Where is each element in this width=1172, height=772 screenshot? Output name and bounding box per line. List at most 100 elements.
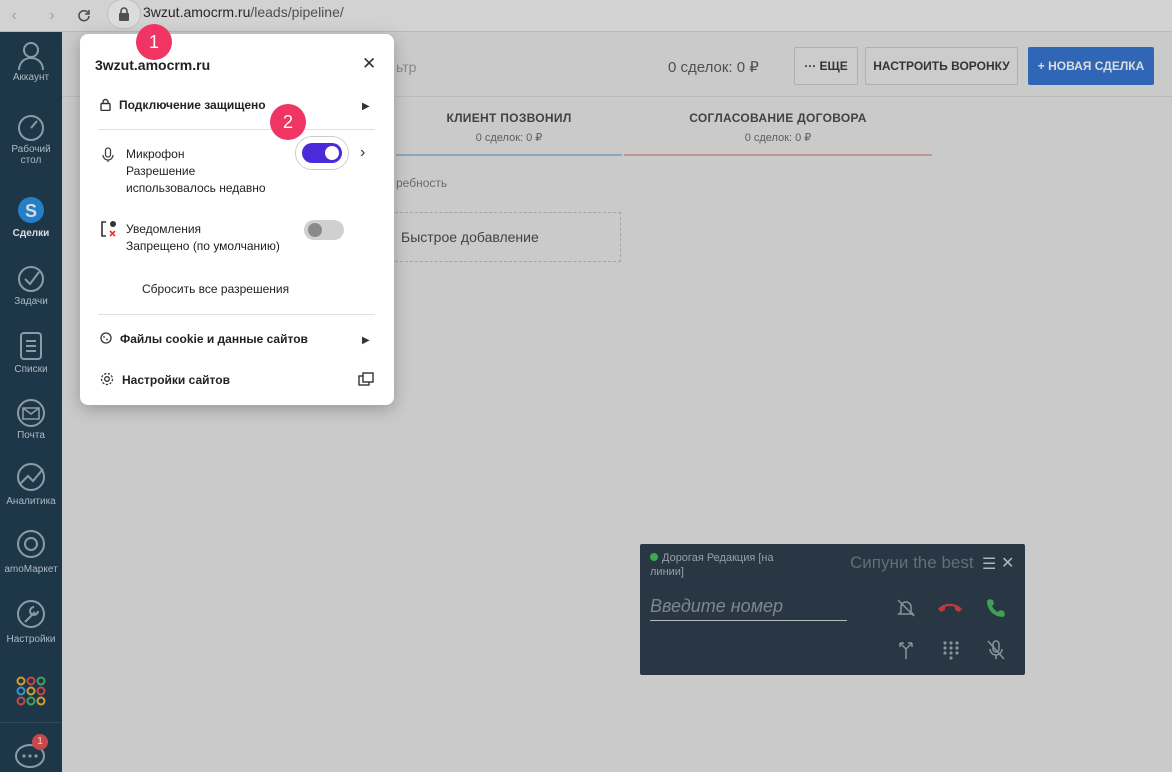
sidebar-item-tasks[interactable]: Задачи [0,264,62,307]
lock-icon [119,7,129,21]
menu-icon[interactable]: ☰ [982,554,996,574]
divider [98,314,375,315]
browser-toolbar: ‹ › 3wzut.amocrm.ru/leads/pipeline/ [0,0,1172,32]
divider [98,129,375,130]
sidebar-item-settings[interactable]: Настройки [0,596,62,645]
sidebar-divider [0,722,62,723]
transfer-icon[interactable] [896,640,916,660]
connection-secure-row[interactable]: Подключение защищено [100,98,266,112]
microphone-toggle[interactable] [302,143,342,163]
stage-label: ребность [396,176,448,190]
lists-icon [20,332,42,360]
pipeline-column-header: КЛИЕНТ ПОЗВОНИЛ 0 сделок: 0 ₽ [396,111,622,156]
deals-icon: S [18,197,44,223]
site-info-button[interactable] [108,0,140,28]
microphone-status: Разрешение использовалось недавно [126,164,266,195]
mic-off-icon[interactable] [986,639,1006,661]
notifications-label: Уведомления [126,222,202,236]
sidebar-item-mail[interactable]: Почта [0,398,62,441]
reload-button[interactable] [70,2,98,30]
notification-blocked-icon [101,221,116,237]
lock-icon [100,98,111,112]
new-deal-button[interactable]: + НОВАЯ СДЕЛКА [1028,47,1154,85]
filter-input[interactable]: ьтр [396,59,416,75]
notifications-toggle[interactable] [304,220,344,240]
user-icon [18,42,44,70]
sidebar-item-label: Настройки [6,634,56,645]
forward-button[interactable]: › [38,2,66,30]
url-path: /leads/pipeline/ [250,4,344,20]
reset-permissions-button[interactable]: Сбросить все разрешения [142,282,289,296]
svg-text:S: S [25,201,37,221]
phone-widget-title: Сипуни the best [850,553,974,572]
analytics-icon [17,463,45,491]
dialpad-icon[interactable] [942,640,960,662]
microphone-label: Микрофон [126,147,185,161]
sidebar-item-lists[interactable]: Списки [0,330,62,375]
site-info-popup: 3wzut.amocrm.ru ✕ Подключение защищено ▶… [80,34,394,405]
cookies-row[interactable]: Файлы cookie и данные сайтов [100,332,308,346]
toggle-knob [325,146,339,160]
sidebar-item-label: Почта [17,430,45,441]
call-icon[interactable] [985,597,1007,619]
reload-icon [78,9,90,22]
sidebar-item-label: amoМаркет [4,564,58,575]
site-settings-row[interactable]: Настройки сайтов [100,372,230,387]
tasks-icon [18,266,44,292]
quick-add-button[interactable]: Быстрое добавление [390,212,621,262]
close-icon[interactable]: ✕ [362,54,376,74]
step-badge: 1 [136,24,172,60]
chat-button[interactable]: 1 [14,734,48,770]
cookies-label: Файлы cookie и данные сайтов [120,332,308,346]
notifications-status: Запрещено (по умолчанию) [126,239,280,253]
sidebar-item-label: Задачи [14,296,48,307]
mail-icon [17,399,45,427]
sidebar-item-account[interactable]: Аккаунт [0,40,62,83]
chevron-right-icon: ▶ [362,101,370,112]
notifications-permission: Уведомления Запрещено (по умолчанию) [126,221,296,255]
step-badge: 2 [270,104,306,140]
market-icon [17,530,45,558]
column-title: СОГЛАСОВАНИЕ ДОГОВОРА [689,111,867,125]
online-dot [650,553,658,561]
sidebar-item-analytics[interactable]: Аналитика [0,460,62,507]
column-count: 0 сделок: 0 ₽ [744,132,812,144]
toggle-knob [308,223,322,237]
setup-pipeline-button[interactable]: НАСТРОИТЬ ВОРОНКУ [865,47,1018,85]
url-host: 3wzut.amocrm.ru [143,4,251,20]
chat-badge: 1 [32,734,48,750]
open-in-new-window-icon[interactable] [358,372,374,386]
close-icon[interactable]: ✕ [1001,553,1014,573]
microphone-icon [102,147,114,162]
chevron-right-icon: ▶ [362,335,370,346]
operator-status: Дорогая Редакция [на линии] [650,551,800,579]
sidebar-item-label: Списки [14,364,48,375]
apps-grid-icon [16,676,46,706]
sidebar-item-label: Аналитика [6,496,56,507]
more-button[interactable]: ··· ЕЩЕ [794,47,858,85]
cookie-icon [100,332,112,344]
mute-bell-icon[interactable] [896,598,916,618]
sidebar-item-market[interactable]: amoМаркет [0,526,62,575]
apps-grid-button[interactable] [16,676,46,706]
chevron-right-icon[interactable]: › [360,144,365,162]
dashboard-icon [18,115,44,141]
column-title: КЛИЕНТ ПОЗВОНИЛ [446,111,572,125]
pipeline-column-header: СОГЛАСОВАНИЕ ДОГОВОРА 0 сделок: 0 ₽ [624,111,932,156]
site-settings-label: Настройки сайтов [122,373,230,387]
phone-widget: Дорогая Редакция [на линии] Сипуни the b… [640,544,1025,675]
sidebar-item-label: Рабочий стол [11,144,51,166]
deals-count: 0 сделок: 0 ₽ [668,59,759,76]
microphone-permission: Микрофон Разрешение использовалось недав… [126,146,286,197]
phone-number-input[interactable]: Введите номер [650,596,847,621]
sidebar-item-deals[interactable]: S Сделки [0,192,62,239]
sidebar-item-dashboard[interactable]: Рабочий стол [0,114,62,166]
hangup-icon[interactable] [936,600,964,614]
column-count: 0 сделок: 0 ₽ [475,132,543,144]
sidebar: Аккаунт Рабочий стол S Сделки Задачи Спи… [0,32,62,772]
gear-icon [100,372,114,386]
sidebar-item-label: Аккаунт [12,72,50,83]
address-bar[interactable]: 3wzut.amocrm.ru/leads/pipeline/ [143,4,344,20]
back-button[interactable]: ‹ [0,2,28,30]
sidebar-item-label: Сделки [12,228,50,239]
